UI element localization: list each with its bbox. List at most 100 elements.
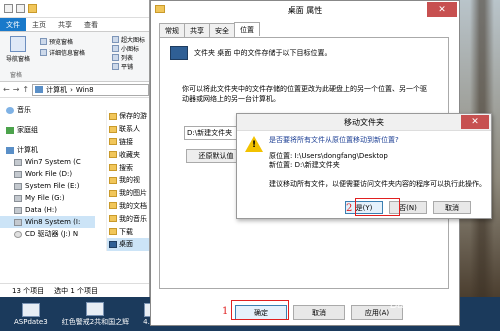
list-item[interactable]: 链接 [107, 136, 149, 149]
cancel-button[interactable]: 取消 [293, 305, 345, 320]
quick-access-icon[interactable] [4, 4, 13, 13]
tab-security[interactable]: 安全 [209, 23, 235, 38]
breadcrumb-separator-icon: › [70, 85, 73, 94]
properties-tabs: 常规 共享 安全 位置 [159, 22, 260, 38]
tree-item-drive-c[interactable]: Win7 System (C [0, 156, 95, 168]
tab-sharing[interactable]: 共享 [184, 23, 210, 38]
tab-general[interactable]: 常规 [159, 23, 185, 38]
drive-icon [14, 194, 22, 202]
ribbon-body: 导航窗格 预览窗格 详细信息窗格 超大图标 小图标 列表 平铺 窗格 [0, 32, 149, 82]
list-item[interactable]: 我的文档 [107, 200, 149, 213]
watermark-logo: Baidu 经验 [390, 299, 444, 311]
location-description: 你可以将此文件夹中的文件存储的位置更改为此硬盘上的另一个位置、另一个驱动器或网络… [182, 85, 427, 103]
tree-item-drive-d[interactable]: Work File (D:) [0, 168, 95, 180]
folder-icon [155, 5, 165, 13]
tree-item-drive-i[interactable]: Win8 System (I: [0, 216, 95, 228]
list-item[interactable]: 收藏夹 [107, 148, 149, 161]
view-list-button[interactable]: 列表 [112, 53, 133, 62]
move-locations: 原位置: I:\Users\dongfang\Desktop 新位置: D:\新… [269, 152, 388, 170]
move-cancel-button[interactable]: 取消 [433, 201, 471, 214]
new-location-value: D:\新建文件夹 [294, 161, 340, 169]
file-list: 保存的游 联系人 链接 收藏夹 搜索 我的视 我的图片 我的文档 我的音乐 下载… [106, 110, 149, 251]
drive-icon [14, 206, 22, 214]
folder-icon [109, 164, 117, 172]
app-icon [21, 302, 40, 317]
close-icon[interactable]: ✕ [427, 2, 457, 17]
drive-icon [14, 182, 22, 190]
location-label: 文件夹 桌面 中的文件存储于以下目标位置。 [194, 49, 332, 57]
move-dialog-title: 移动文件夹 [344, 117, 384, 127]
list-item[interactable]: 我的图片 [107, 187, 149, 200]
warning-exclamation-icon: ! [252, 140, 257, 150]
small-icon-view-icon [112, 45, 119, 52]
tree-item-homegroup[interactable]: 家庭组 [0, 124, 95, 136]
step-marker-2: 2 [346, 203, 353, 214]
cd-icon [14, 230, 22, 238]
app-icon [86, 301, 105, 316]
list-item[interactable]: 我的音乐 [107, 212, 149, 225]
folder-icon [109, 202, 117, 210]
list-item[interactable]: 下载 [107, 225, 149, 238]
pane-group-label: 窗格 [10, 72, 23, 79]
breadcrumb-win8[interactable]: Win8 [76, 86, 94, 94]
details-pane-button[interactable]: 详细信息窗格 [40, 48, 85, 57]
desktop-folder-icon [170, 46, 188, 60]
status-bar: 13 个项目 选中 1 个项目 [0, 283, 149, 297]
highlight-ok-button [231, 300, 289, 320]
list-view-icon [112, 54, 119, 61]
breadcrumb-computer[interactable]: 计算机 [46, 85, 67, 95]
tree-item-drive-e[interactable]: System File (E:) [0, 180, 95, 192]
nav-pane-button[interactable]: 导航窗格 [4, 36, 32, 63]
tree-item-drive-h[interactable]: Data (H:) [0, 204, 95, 216]
folder-icon [109, 189, 117, 197]
nav-pane-icon [10, 36, 26, 52]
status-selected-count: 选中 1 个项目 [54, 286, 99, 295]
ribbon-tabs: 文件 主页 共享 查看 [0, 18, 149, 32]
folder-icon [109, 176, 117, 184]
explorer-window: 文件 主页 共享 查看 导航窗格 预览窗格 详细信息窗格 超大图标 小图标 列表 [0, 0, 150, 297]
ribbon-tab-file[interactable]: 文件 [0, 18, 26, 31]
list-item[interactable]: 保存的游 [107, 110, 149, 123]
folder-icon [109, 125, 117, 133]
tree-item-cd-drive[interactable]: CD 驱动器 (J:) N [0, 228, 95, 240]
tree-item-music[interactable]: 音乐 [0, 104, 95, 116]
ribbon-tab-home[interactable]: 主页 [26, 18, 52, 31]
list-item[interactable]: 搜索 [107, 161, 149, 174]
taskbar-item-red-alert[interactable]: 红色警戒2共和国之辉 [62, 301, 129, 327]
computer-icon [6, 146, 14, 154]
highlight-yes-button [355, 198, 400, 216]
taskbar-item-aspdate[interactable]: ASPdate3 [14, 302, 48, 326]
original-location-label: 原位置: [269, 152, 293, 160]
explorer-titlebar [0, 0, 149, 18]
up-icon[interactable]: ↑ [22, 85, 29, 94]
ribbon-tab-view[interactable]: 查看 [78, 18, 104, 31]
tree-item-drive-g[interactable]: My File (G:) [0, 192, 95, 204]
details-pane-icon [40, 49, 47, 56]
tab-location[interactable]: 位置 [234, 22, 260, 36]
folder-icon [109, 112, 117, 120]
properties-icon[interactable] [16, 4, 25, 13]
list-item[interactable]: 桌面 [107, 237, 149, 251]
tree-item-computer[interactable]: 计算机 [0, 144, 95, 156]
new-folder-icon[interactable] [28, 4, 37, 13]
drive-icon [14, 218, 22, 226]
music-icon [6, 106, 14, 114]
view-tile-button[interactable]: 平铺 [112, 62, 133, 71]
list-item[interactable]: 联系人 [107, 123, 149, 136]
preview-pane-button[interactable]: 预览窗格 [40, 37, 73, 46]
tile-view-icon [112, 63, 119, 70]
view-small-icon-button[interactable]: 小图标 [112, 44, 139, 53]
desktop-folder-icon [109, 240, 117, 248]
computer-icon [35, 86, 44, 93]
move-dialog-titlebar: 移动文件夹 ✕ [237, 114, 491, 131]
view-big-icon-button[interactable]: 超大图标 [112, 35, 145, 44]
close-icon[interactable]: ✕ [461, 115, 489, 129]
address-input[interactable]: 计算机 › Win8 [32, 83, 149, 96]
move-question: 是否要将所有文件从原位置移动到新位置? [269, 136, 399, 144]
back-icon[interactable]: ← [3, 85, 10, 94]
properties-title: 桌面 属性 [287, 5, 323, 15]
list-item[interactable]: 我的视 [107, 174, 149, 187]
ribbon-tab-share[interactable]: 共享 [52, 18, 78, 31]
address-bar: ← → ↑ 计算机 › Win8 [0, 82, 149, 98]
forward-icon[interactable]: → [13, 85, 20, 94]
